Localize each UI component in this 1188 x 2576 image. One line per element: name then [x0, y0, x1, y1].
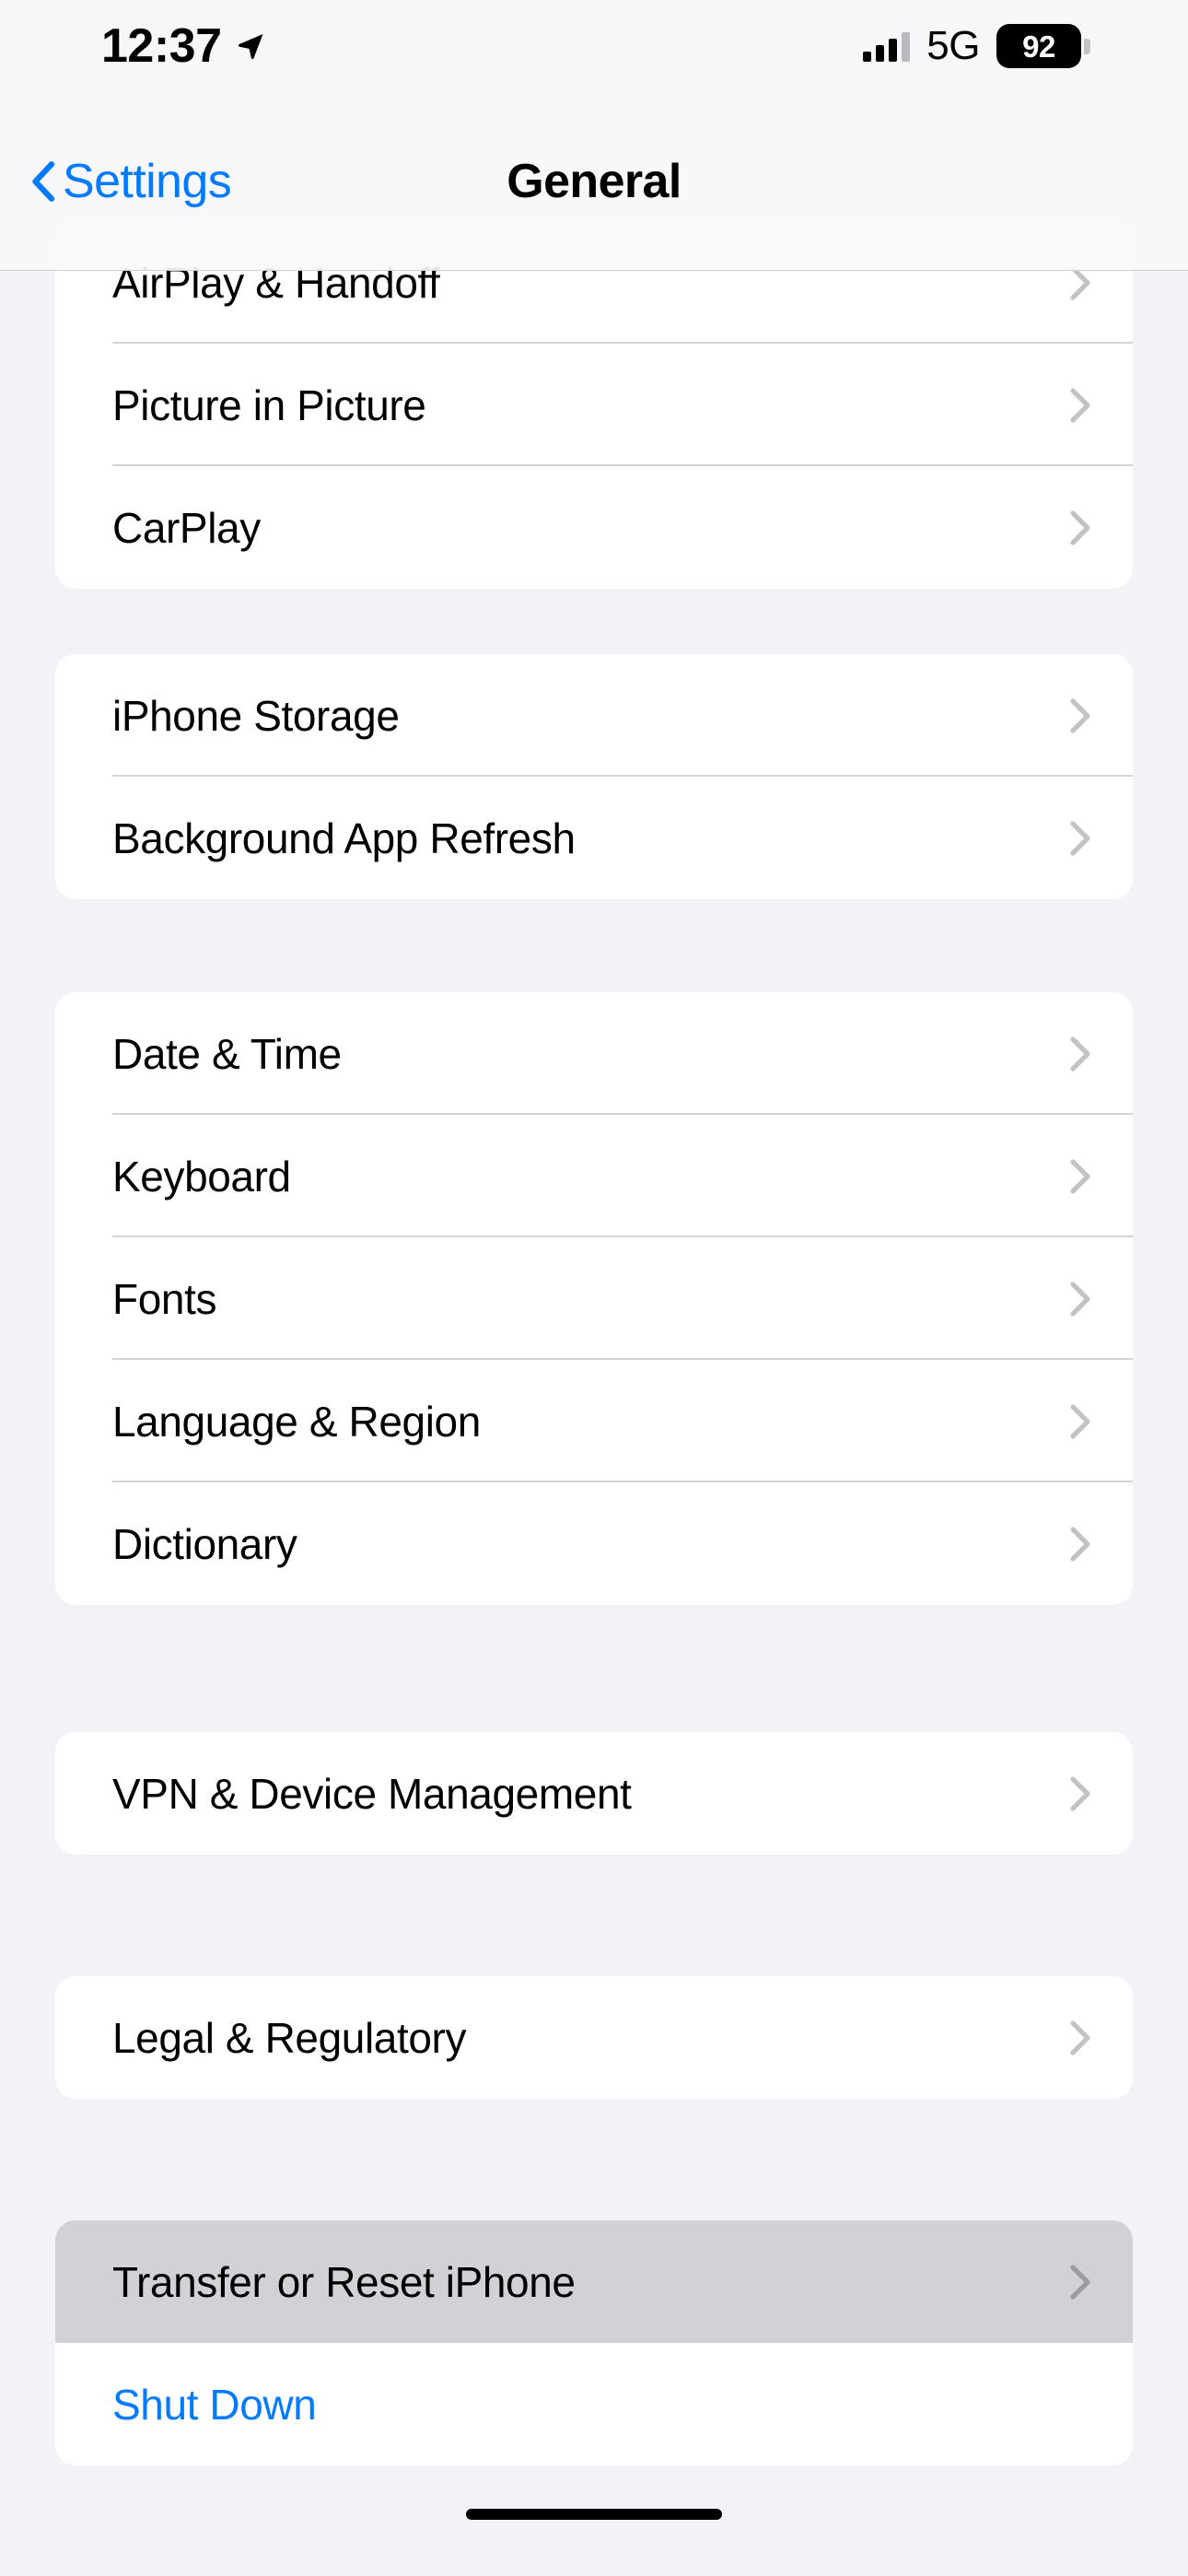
list-item-dictionary[interactable]: Dictionary [55, 1482, 1133, 1605]
iphone-settings-screen: AirPlay & Handoff Picture in Picture Car… [0, 0, 1188, 2576]
chevron-left-icon [32, 160, 55, 202]
back-button-label: Settings [63, 154, 232, 208]
row-label: Fonts [112, 1274, 217, 1323]
list-item-shut-down[interactable]: Shut Down [55, 2343, 1133, 2465]
row-label: CarPlay [112, 503, 261, 552]
cellular-signal-icon [863, 30, 911, 62]
network-type-label: 5G [926, 23, 980, 68]
chevron-right-icon [1070, 820, 1090, 856]
row-label: Dictionary [112, 1519, 297, 1568]
row-label: Picture in Picture [112, 381, 426, 429]
list-item-legal-regulatory[interactable]: Legal & Regulatory [55, 1976, 1133, 2099]
location-arrow-icon [238, 33, 262, 60]
list-item-keyboard[interactable]: Keyboard [55, 1115, 1133, 1237]
row-label: Keyboard [112, 1152, 291, 1200]
battery-icon: 92 [996, 24, 1090, 68]
chevron-right-icon [1070, 387, 1090, 423]
settings-group-reset: Transfer or Reset iPhone Shut Down [55, 2220, 1133, 2465]
list-item-date-time[interactable]: Date & Time [55, 992, 1133, 1115]
settings-group-management: VPN & Device Management [55, 1732, 1133, 1855]
row-label: Transfer or Reset iPhone [112, 2257, 576, 2306]
list-item-fonts[interactable]: Fonts [55, 1237, 1133, 1360]
settings-group-legal: Legal & Regulatory [55, 1976, 1133, 2099]
settings-group-localization: Date & Time Keyboard Fonts Language & Re… [55, 992, 1133, 1605]
chevron-right-icon [1070, 2264, 1090, 2300]
row-label: Shut Down [112, 2380, 317, 2429]
status-bar-right: 5G 92 [863, 24, 1090, 68]
chevron-right-icon [1070, 1403, 1090, 1439]
chevron-right-icon [1070, 1526, 1090, 1562]
list-item-transfer-or-reset-iphone[interactable]: Transfer or Reset iPhone [55, 2220, 1133, 2343]
row-label: Legal & Regulatory [112, 2013, 467, 2062]
status-bar-clock: 12:37 [101, 19, 222, 73]
list-item-language-region[interactable]: Language & Region [55, 1360, 1133, 1482]
row-label: Date & Time [112, 1029, 342, 1078]
chevron-right-icon [1070, 2020, 1090, 2055]
chevron-right-icon [1070, 1775, 1090, 1811]
battery-percent-label: 92 [1022, 29, 1055, 64]
row-label: Background App Refresh [112, 814, 576, 862]
row-label: VPN & Device Management [112, 1769, 632, 1818]
chevron-right-icon [1070, 697, 1090, 733]
list-item-iphone-storage[interactable]: iPhone Storage [55, 654, 1133, 777]
settings-group-storage: iPhone Storage Background App Refresh [55, 654, 1133, 899]
navigation-bar: Settings General [0, 92, 1188, 271]
chevron-right-icon [1070, 509, 1090, 545]
home-indicator[interactable] [466, 2509, 722, 2520]
list-item-vpn-device-management[interactable]: VPN & Device Management [55, 1732, 1133, 1855]
row-label: iPhone Storage [112, 691, 400, 740]
chevron-right-icon [1070, 1036, 1090, 1071]
chevron-right-icon [1070, 1158, 1090, 1194]
back-button[interactable]: Settings [31, 154, 232, 208]
chevron-right-icon [1070, 1281, 1090, 1317]
list-item-picture-in-picture[interactable]: Picture in Picture [55, 344, 1133, 466]
settings-group-media: AirPlay & Handoff Picture in Picture Car… [55, 221, 1133, 589]
list-item-background-app-refresh[interactable]: Background App Refresh [55, 777, 1133, 899]
list-item-carplay[interactable]: CarPlay [55, 466, 1133, 589]
settings-scroll-view[interactable]: AirPlay & Handoff Picture in Picture Car… [0, 0, 1188, 2576]
status-bar-left: 12:37 [101, 22, 266, 70]
row-label: Language & Region [112, 1397, 481, 1446]
status-bar: 12:37 5G 92 [0, 0, 1188, 92]
